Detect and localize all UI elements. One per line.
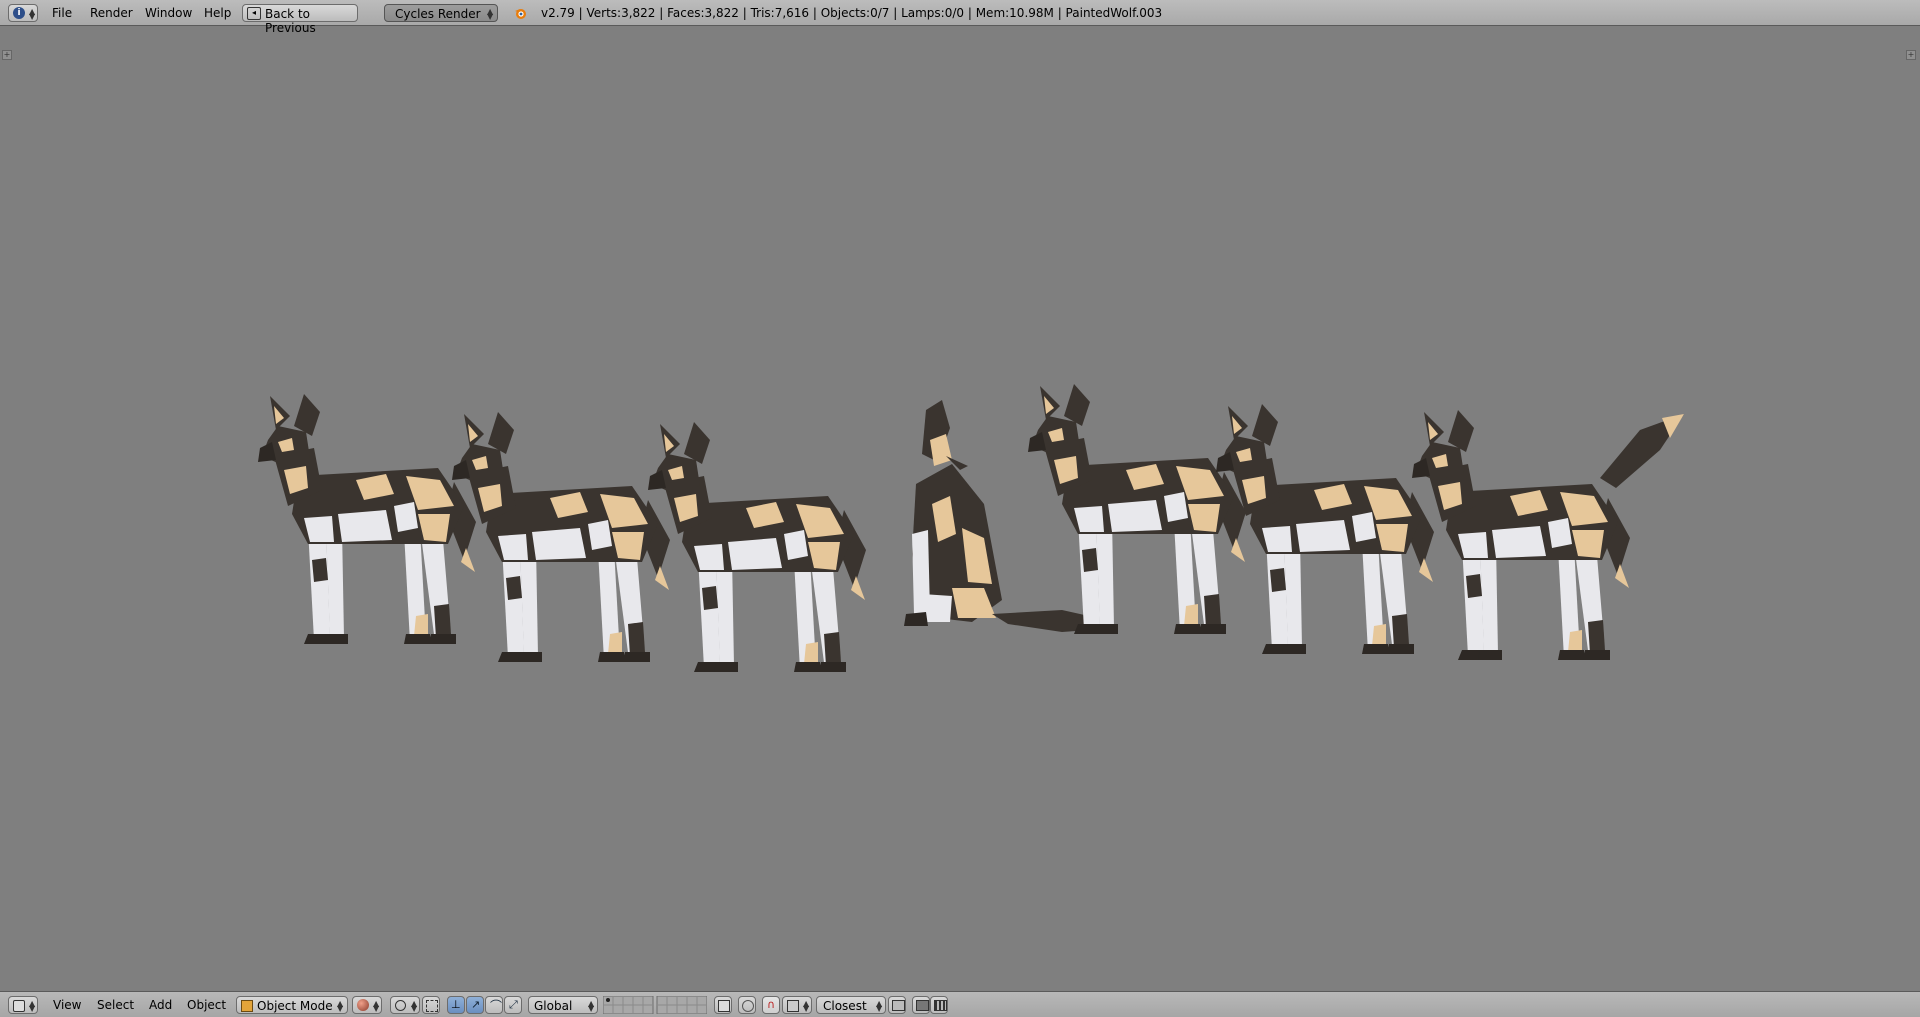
clapperboard-icon: [934, 1000, 947, 1011]
updown-arrows-icon: ▲ ▼: [876, 999, 883, 1013]
snap-toggle-button[interactable]: ∩: [762, 996, 780, 1014]
manipulate-center-button[interactable]: [422, 996, 440, 1014]
updown-arrows-icon: ▲ ▼: [373, 999, 380, 1013]
wolf-6: [1216, 404, 1434, 654]
rotate-manipulator-button[interactable]: ⌒: [485, 996, 503, 1014]
translate-manipulator-button[interactable]: ↗: [466, 996, 484, 1014]
opengl-render-image-button[interactable]: [912, 996, 930, 1014]
wolves-scene[interactable]: [0, 26, 1920, 991]
pivot-icon: [395, 1000, 406, 1011]
updown-arrows-icon: ▲ ▼: [29, 7, 36, 21]
3d-view-icon: [13, 1000, 25, 1012]
lock-camera-layers-button[interactable]: [714, 996, 732, 1014]
opengl-render-button[interactable]: [888, 996, 906, 1014]
orientation-label: Global: [534, 999, 573, 1013]
menu-view[interactable]: View: [53, 998, 81, 1012]
wolf-2: [452, 412, 670, 662]
snap-element-dropdown[interactable]: ▲ ▼: [782, 996, 812, 1014]
3d-viewport[interactable]: + +: [0, 26, 1920, 991]
snap-target-label: Closest: [823, 999, 867, 1013]
wolf-1: [258, 394, 476, 644]
menu-help[interactable]: Help: [204, 6, 231, 20]
layers-lock-icon: [718, 1000, 730, 1012]
updown-arrows-icon: ▲ ▼: [411, 999, 418, 1013]
mode-dropdown[interactable]: Object Mode ▲ ▼: [236, 996, 348, 1014]
manipulator-toggle[interactable]: ⊥: [447, 996, 465, 1014]
center-points-icon: [426, 1000, 438, 1012]
magnet-icon: ∩: [767, 998, 776, 1011]
editor-type-button[interactable]: ▲ ▼: [8, 996, 38, 1014]
updown-arrows-icon: ▲ ▼: [803, 999, 810, 1013]
menu-render[interactable]: Render: [90, 6, 133, 20]
back-to-previous-button[interactable]: ◂ Back to Previous: [242, 4, 358, 35]
blender-logo-icon: [514, 6, 528, 20]
updown-arrows-icon: ▲ ▼: [487, 7, 494, 21]
shading-sphere-icon: [357, 999, 369, 1011]
menu-add[interactable]: Add: [149, 998, 172, 1012]
opengl-render-animation-button[interactable]: [930, 996, 948, 1014]
updown-arrows-icon: ▲ ▼: [337, 999, 344, 1013]
info-icon: i: [13, 7, 25, 19]
scale-icon: ⤢: [509, 998, 518, 1011]
3d-view-header: ▲ ▼ View Select Add Object Object Mode ▲ ▼…: [0, 991, 1920, 1017]
rotate-arc-icon: ⌒: [490, 999, 503, 1013]
info-header: i ▲ ▼ File Render Window Help ◂ Back to P…: [0, 0, 1920, 35]
snap-target-dropdown[interactable]: Closest ▲ ▼: [816, 996, 886, 1014]
transform-orientation-dropdown[interactable]: Global ▲ ▼: [528, 996, 598, 1014]
wolf-5: [1028, 384, 1246, 634]
menu-file[interactable]: File: [52, 6, 72, 20]
render-engine-dropdown[interactable]: Cycles Render ▲ ▼: [384, 4, 498, 22]
render-engine-label: Cycles Render: [395, 7, 481, 21]
wolf-7: [1412, 410, 1630, 660]
menu-object[interactable]: Object: [187, 998, 226, 1012]
proportional-editing-button[interactable]: [738, 996, 756, 1014]
updown-arrows-icon: ▲ ▼: [29, 999, 36, 1013]
pivot-point-dropdown[interactable]: ▲ ▼: [390, 996, 420, 1014]
viewport-shading-dropdown[interactable]: ▲ ▼: [352, 996, 382, 1014]
image-icon: [916, 1000, 929, 1011]
render-camera-icon: [892, 1000, 905, 1011]
snap-increment-icon: [787, 1000, 799, 1012]
object-mode-icon: [241, 1000, 253, 1012]
layer-grid[interactable]: [602, 995, 708, 1015]
manipulator-axes-icon: ⊥: [451, 998, 461, 1011]
menu-window[interactable]: Window: [145, 6, 192, 20]
wolf-3: [648, 422, 866, 672]
back-arrow-icon: ◂: [247, 7, 261, 20]
scale-manipulator-button[interactable]: ⤢: [504, 996, 522, 1014]
move-arrow-icon: ↗: [471, 998, 481, 1011]
proportional-circle-icon: [742, 1000, 754, 1012]
menu-select[interactable]: Select: [97, 998, 134, 1012]
editor-type-button[interactable]: i ▲ ▼: [8, 4, 38, 22]
mode-label: Object Mode: [257, 999, 333, 1013]
updown-arrows-icon: ▲ ▼: [588, 999, 595, 1013]
scene-stats: v2.79 | Verts:3,822 | Faces:3,822 | Tris…: [541, 6, 1163, 20]
